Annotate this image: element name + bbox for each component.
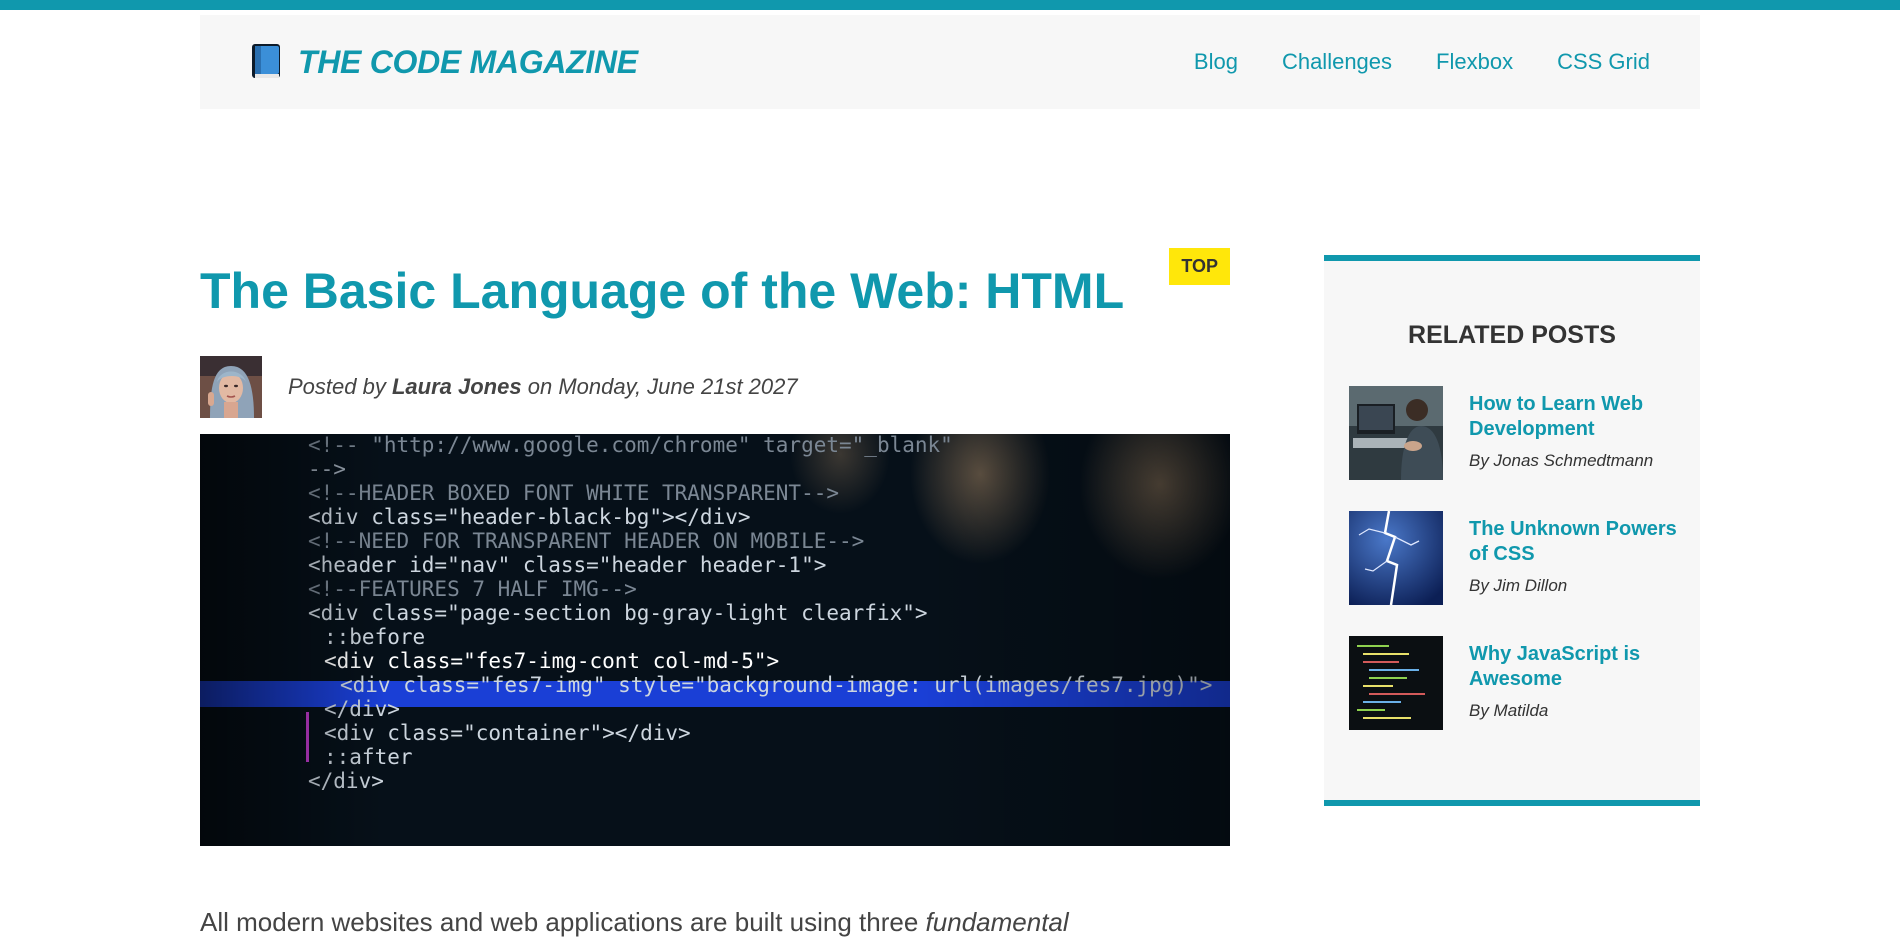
author-box: Posted by Laura Jones on Monday, June 21… (200, 356, 1230, 418)
intro-emphasis: fundamental (925, 907, 1069, 937)
related-post-info: How to Learn Web Development By Jonas Sc… (1469, 386, 1700, 480)
nav-link-challenges[interactable]: Challenges (1282, 49, 1392, 75)
related-post-title[interactable]: Why JavaScript is Awesome (1469, 642, 1700, 692)
top-tag: TOP (1169, 248, 1230, 285)
main-nav: Blog Challenges Flexbox CSS Grid (1194, 49, 1650, 75)
related-post-item: How to Learn Web Development By Jonas Sc… (1349, 386, 1700, 480)
related-posts-title: Related posts (1408, 321, 1616, 349)
author-avatar (200, 356, 262, 418)
related-posts-sidebar: Related posts (1324, 255, 1700, 937)
related-posts-list: How to Learn Web Development By Jonas Sc… (1349, 386, 1700, 730)
byline-prefix: Posted by (288, 374, 386, 399)
content-row: TOP The Basic Language of the Web: HTML (200, 248, 1700, 937)
post-intro: All modern websites and web applications… (200, 904, 1230, 937)
author-name: Laura Jones (391, 374, 522, 399)
related-post-author: By Jim Dillon (1469, 576, 1568, 595)
byline-middle: on (527, 374, 553, 399)
post-hero-image: <!-- "http://www.google.com/chrome" targ… (200, 434, 1230, 846)
main-header: THE CODE MAGAZINE Blog Challenges Flexbo… (200, 15, 1700, 109)
related-post-thumbnail[interactable] (1349, 386, 1443, 480)
nav-link-css-grid[interactable]: CSS Grid (1557, 49, 1650, 75)
related-post-item: Why JavaScript is Awesome By Matilda (1349, 636, 1700, 730)
nav-link-flexbox[interactable]: Flexbox (1436, 49, 1513, 75)
page-container: THE CODE MAGAZINE Blog Challenges Flexbo… (200, 15, 1700, 937)
related-post-title[interactable]: The Unknown Powers of CSS (1469, 517, 1700, 567)
intro-text: All modern websites and web applications… (200, 907, 919, 937)
brand-name: THE CODE MAGAZINE (298, 43, 638, 80)
logo[interactable]: THE CODE MAGAZINE (250, 43, 638, 81)
related-post-thumbnail[interactable] (1349, 636, 1443, 730)
author-byline: Posted by Laura Jones on Monday, June 21… (288, 374, 798, 400)
post-date: Monday, June 21st 2027 (558, 374, 798, 399)
related-post-info: The Unknown Powers of CSS By Jim Dillon (1469, 511, 1700, 605)
nav-link-blog[interactable]: Blog (1194, 49, 1238, 75)
book-icon (252, 44, 280, 78)
related-posts-box: Related posts (1324, 255, 1700, 806)
related-post-info: Why JavaScript is Awesome By Matilda (1469, 636, 1700, 730)
related-post-title[interactable]: How to Learn Web Development (1469, 392, 1700, 442)
related-post-author: By Jonas Schmedtmann (1469, 451, 1654, 470)
related-post-item: The Unknown Powers of CSS By Jim Dillon (1349, 511, 1700, 605)
related-post-author: By Matilda (1469, 701, 1549, 720)
blog-post: TOP The Basic Language of the Web: HTML (200, 248, 1230, 937)
related-post-thumbnail[interactable] (1349, 511, 1443, 605)
post-title: The Basic Language of the Web: HTML (200, 263, 1125, 319)
